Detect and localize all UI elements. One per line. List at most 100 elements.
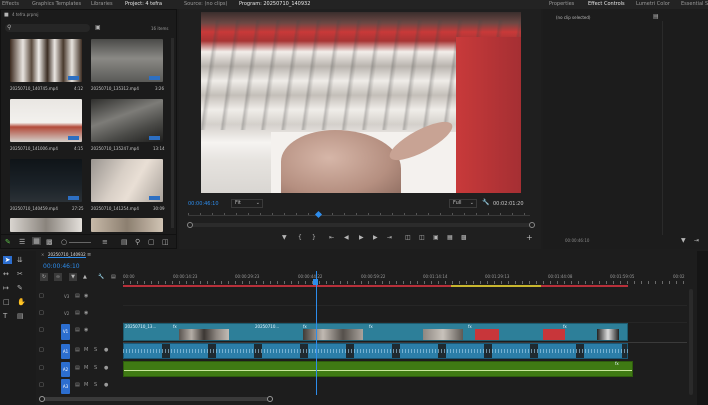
- add-button-icon[interactable]: +: [526, 233, 533, 242]
- sync-lock-icon[interactable]: ▤: [75, 327, 80, 333]
- thumbnail-5[interactable]: [10, 159, 82, 202]
- captions-icon[interactable]: ▤: [111, 273, 116, 281]
- wrench-icon[interactable]: 🔧: [482, 199, 489, 207]
- filter-icon[interactable]: ▼: [681, 237, 686, 245]
- sequence-tab[interactable]: 20250710_140932: [48, 252, 86, 258]
- eye-icon[interactable]: ◉: [84, 310, 88, 316]
- solo-button[interactable]: S: [94, 382, 97, 388]
- markers-icon[interactable]: ▲: [83, 273, 87, 281]
- mute-button[interactable]: M: [84, 382, 88, 388]
- track-target-v1[interactable]: V1: [61, 324, 70, 340]
- pen-tool-icon[interactable]: ✎: [17, 284, 23, 292]
- new-item-icon[interactable]: ▢: [148, 238, 155, 246]
- zoom-circle-icon[interactable]: ○: [61, 238, 67, 246]
- slip-tool-icon[interactable]: ↦: [3, 284, 9, 292]
- go-to-out-icon[interactable]: ⇥: [387, 234, 392, 241]
- proxy-toggle-icon[interactable]: ▩: [461, 234, 467, 241]
- step-back-icon[interactable]: ◀: [344, 234, 349, 241]
- tab-libraries[interactable]: Libraries: [91, 0, 113, 9]
- timeline-horizontal-scrollbar[interactable]: [39, 396, 273, 402]
- tab-source[interactable]: Source: (no clips): [184, 0, 227, 9]
- track-target-a2[interactable]: A2: [61, 362, 70, 377]
- microphone-icon[interactable]: ●: [104, 382, 108, 388]
- lock-icon[interactable]: □: [39, 310, 44, 316]
- pencil-icon[interactable]: ✎: [5, 238, 11, 246]
- tab-program[interactable]: Program: 20250710_140932: [239, 0, 310, 9]
- add-marker-icon[interactable]: ▼: [282, 234, 287, 241]
- tab-effect-controls[interactable]: Effect Controls: [588, 0, 625, 9]
- timeline-playhead-handle[interactable]: [313, 279, 318, 285]
- eye-icon[interactable]: ◉: [84, 293, 88, 299]
- quality-dropdown[interactable]: Full ⌄: [449, 199, 477, 208]
- microphone-icon[interactable]: ●: [104, 347, 108, 353]
- track-select-icon[interactable]: ⇊: [17, 256, 23, 264]
- extract-icon[interactable]: ◫: [419, 234, 425, 241]
- thumbnail-1[interactable]: [10, 39, 82, 82]
- automate-icon[interactable]: ▤: [121, 238, 128, 246]
- play-icon[interactable]: ▶: [359, 234, 364, 241]
- sync-lock-icon[interactable]: ▤: [75, 293, 80, 299]
- caption-tool-icon[interactable]: ▤: [17, 312, 24, 320]
- sync-lock-icon[interactable]: ▤: [75, 310, 80, 316]
- lock-icon[interactable]: □: [39, 347, 44, 353]
- program-scroll-bar[interactable]: [187, 222, 535, 228]
- sync-lock-icon[interactable]: ▤: [75, 365, 80, 371]
- mute-button[interactable]: M: [84, 365, 88, 371]
- lock-icon[interactable]: □: [39, 327, 44, 333]
- camera-icon[interactable]: ▣: [433, 234, 439, 241]
- audio-clip-music[interactable]: [123, 361, 633, 377]
- thumbnail-2[interactable]: [91, 39, 163, 82]
- timeline-ruler[interactable]: 00:00 00:00:14:23 00:00:29:23 00:00:44:2…: [123, 271, 687, 285]
- microphone-icon[interactable]: ●: [104, 365, 108, 371]
- project-search-input[interactable]: ⚲: [5, 24, 90, 32]
- zoom-slider[interactable]: [69, 242, 91, 243]
- solo-button[interactable]: S: [94, 365, 97, 371]
- track-target-a3[interactable]: A3: [61, 379, 70, 394]
- add-marker-icon[interactable]: ▼: [69, 273, 77, 281]
- scroll-start-handle[interactable]: [187, 222, 193, 228]
- tab-properties[interactable]: Properties: [549, 0, 574, 9]
- panel-toggle-icon[interactable]: ▤: [653, 13, 659, 21]
- step-forward-icon[interactable]: ▶: [373, 234, 378, 241]
- track-lanes[interactable]: 20250710_13... 20250710... fx fx fx fx f…: [123, 271, 687, 395]
- rectangle-tool-icon[interactable]: □: [3, 298, 10, 306]
- lock-icon[interactable]: □: [39, 382, 44, 388]
- thumbnail-7[interactable]: [10, 218, 82, 232]
- scroll-end-handle[interactable]: [529, 222, 535, 228]
- mute-button[interactable]: M: [84, 347, 88, 353]
- mark-in-icon[interactable]: {: [298, 234, 302, 241]
- thumbnail-3[interactable]: [10, 99, 82, 142]
- eye-icon[interactable]: ◉: [84, 327, 88, 333]
- timeline-settings-icon[interactable]: 🔧: [98, 273, 104, 281]
- fit-dropdown[interactable]: Fit ⌄: [231, 199, 263, 208]
- thumbnail-8[interactable]: [91, 218, 163, 232]
- timeline-playhead-line[interactable]: [316, 271, 317, 395]
- timeline-timecode[interactable]: 00:00:46:10: [43, 263, 80, 270]
- program-timecode[interactable]: 00:00:46:10: [188, 201, 219, 207]
- snap-icon[interactable]: ↻: [40, 273, 48, 281]
- program-mini-ruler[interactable]: [188, 213, 530, 216]
- new-bin-icon[interactable]: ▣: [95, 24, 101, 32]
- ripple-edit-icon[interactable]: ↔: [3, 270, 9, 278]
- track-target-a1[interactable]: A1: [61, 344, 70, 359]
- go-to-in-icon[interactable]: ⇤: [329, 234, 334, 241]
- lock-icon[interactable]: □: [39, 293, 44, 299]
- thumbnail-4[interactable]: [91, 99, 163, 142]
- sync-lock-icon[interactable]: ▤: [75, 382, 80, 388]
- thumbnail-6[interactable]: [91, 159, 163, 202]
- icon-view-icon[interactable]: ▦: [32, 237, 41, 245]
- tab-project[interactable]: Project: 4 tefra: [125, 0, 162, 9]
- list-view-icon[interactable]: ☰: [19, 238, 25, 246]
- close-icon[interactable]: ×: [41, 252, 44, 257]
- type-tool-icon[interactable]: T: [3, 312, 7, 320]
- freeform-view-icon[interactable]: ▩: [46, 238, 53, 246]
- lock-icon[interactable]: □: [39, 365, 44, 371]
- hand-tool-icon[interactable]: ✋: [17, 298, 26, 306]
- scroll-start-handle[interactable]: [39, 396, 45, 402]
- tab-lumetri-color[interactable]: Lumetri Color: [636, 0, 670, 9]
- mark-out-icon[interactable]: }: [312, 234, 316, 241]
- sequence-menu-icon[interactable]: ≡: [87, 251, 91, 259]
- trash-icon[interactable]: ◫: [162, 238, 169, 246]
- timeline-vertical-scrollbar[interactable]: [689, 289, 693, 395]
- sort-icon[interactable]: ≡: [102, 238, 108, 246]
